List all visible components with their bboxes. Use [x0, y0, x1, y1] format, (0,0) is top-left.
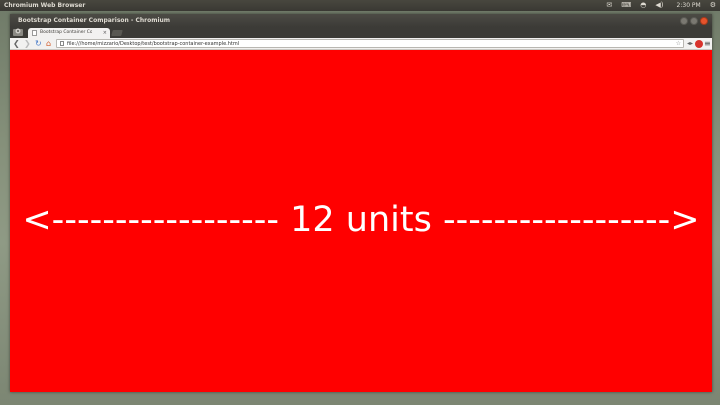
minimize-icon[interactable]	[680, 17, 688, 25]
title-bar[interactable]: Bootstrap Container Comparison - Chromiu…	[10, 14, 712, 27]
window-title: Bootstrap Container Comparison - Chromiu…	[18, 17, 171, 24]
clock[interactable]: 2:30 PM	[677, 0, 701, 11]
content-text: <------------------ 12 units -----------…	[22, 199, 700, 240]
app-name: Chromium Web Browser	[4, 2, 86, 9]
file-icon	[60, 41, 64, 46]
forward-icon[interactable]: ❯	[24, 39, 31, 49]
chromium-logo-icon	[13, 28, 23, 36]
close-icon[interactable]	[700, 17, 708, 25]
toolbar: ❮ ❯ ↻ ⌂ file:///home/mizzario/Desktop/te…	[10, 38, 712, 50]
back-icon[interactable]: ❮	[13, 39, 20, 49]
gear-icon[interactable]: ⚙	[710, 0, 716, 11]
volume-icon[interactable]: ◀)	[655, 0, 663, 11]
top-panel: Chromium Web Browser ✉ ⌨ ◓ ◀) 2:30 PM ⚙	[0, 0, 720, 11]
page-content: <------------------ 12 units -----------…	[10, 50, 712, 392]
keyboard-icon[interactable]: ⌨	[621, 0, 631, 11]
tab-strip: Bootstrap Container Com ×	[10, 27, 712, 38]
tab-close-icon[interactable]: ×	[103, 28, 107, 38]
network-icon[interactable]: ◓	[640, 0, 646, 11]
browser-window: Bootstrap Container Comparison - Chromiu…	[10, 14, 712, 392]
address-bar[interactable]: file:///home/mizzario/Desktop/test/boots…	[56, 39, 684, 48]
extension-icon[interactable]: ◂▸	[687, 40, 693, 47]
url-text[interactable]: file:///home/mizzario/Desktop/test/boots…	[67, 41, 239, 47]
mail-icon[interactable]: ✉	[606, 0, 612, 11]
tab-active[interactable]: Bootstrap Container Com ×	[28, 28, 110, 38]
system-tray: ✉ ⌨ ◓ ◀) 2:30 PM ⚙	[606, 0, 716, 11]
extension-badge-icon[interactable]	[695, 40, 703, 48]
new-tab-button[interactable]	[111, 30, 123, 36]
page-icon	[32, 30, 37, 36]
menu-icon[interactable]: ≡	[704, 39, 711, 49]
star-icon[interactable]: ☆	[676, 40, 681, 48]
window-controls	[680, 17, 708, 25]
tab-label: Bootstrap Container Com	[40, 30, 92, 35]
home-icon[interactable]: ⌂	[46, 39, 51, 49]
maximize-icon[interactable]	[690, 17, 698, 25]
reload-icon[interactable]: ↻	[35, 39, 42, 49]
